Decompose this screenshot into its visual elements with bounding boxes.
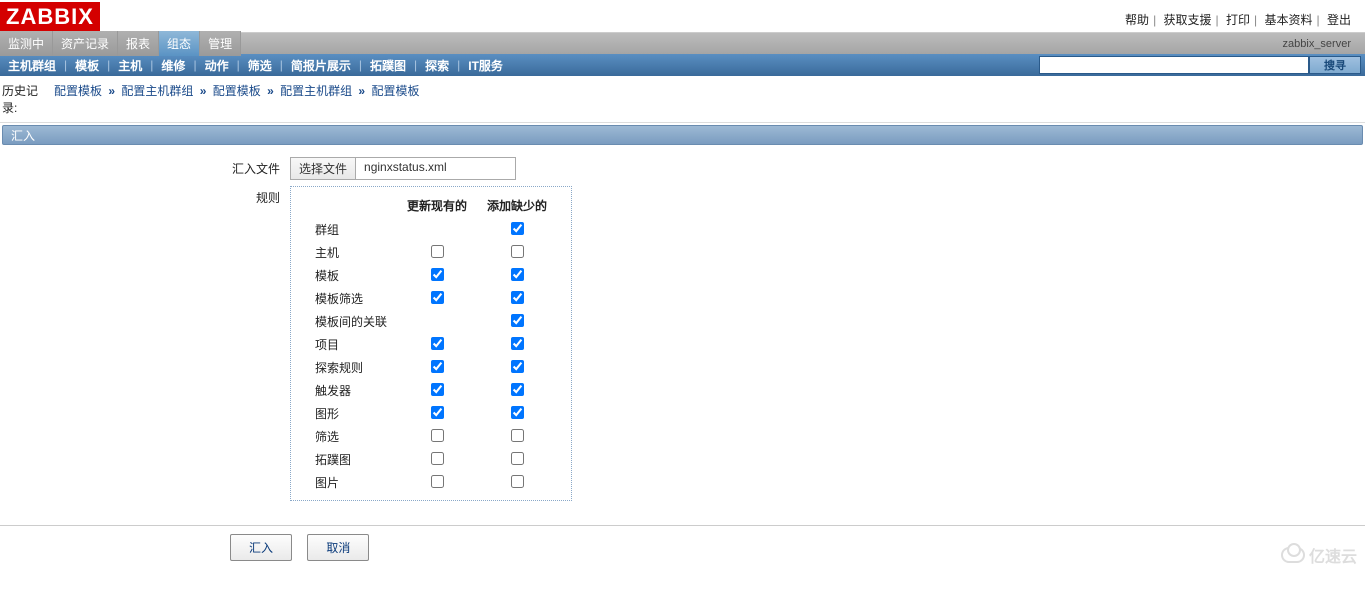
checkbox-update-6[interactable] (431, 360, 444, 373)
content: 汇入文件 选择文件 nginxstatus.xml 规则 更新现有的 添加缺少的 (0, 147, 1365, 517)
checkbox-add-4[interactable] (511, 314, 524, 327)
cancel-button[interactable]: 取消 (307, 534, 369, 561)
rule-label: 模板筛选 (305, 287, 397, 310)
rules-row: 探索规则 (305, 356, 557, 379)
rules-row: 图形 (305, 402, 557, 425)
breadcrumb-item-4[interactable]: 配置模板 (371, 84, 419, 98)
sub-tab-3[interactable]: 维修 (153, 57, 193, 74)
link-print[interactable]: 打印 (1226, 13, 1250, 27)
top-links: 帮助| 获取支援| 打印| 基本资料| 登出 (1121, 11, 1355, 32)
rules-row: 项目 (305, 333, 557, 356)
history-label: 历史记录: (2, 80, 50, 118)
rules-table: 更新现有的 添加缺少的 群组主机模板模板筛选模板间的关联项目探索规则触发器图形筛… (305, 193, 557, 494)
col-add: 添加缺少的 (477, 193, 557, 218)
rule-label: 图片 (305, 471, 397, 494)
file-chooser[interactable]: 选择文件 nginxstatus.xml (290, 157, 516, 180)
link-profile[interactable]: 基本资料 (1265, 13, 1313, 27)
logo: ZABBIX (0, 2, 100, 32)
checkbox-add-9[interactable] (511, 429, 524, 442)
rules-panel: 更新现有的 添加缺少的 群组主机模板模板筛选模板间的关联项目探索规则触发器图形筛… (290, 186, 572, 501)
search-button[interactable]: 搜寻 (1309, 56, 1361, 74)
sub-tabs: 主机群组|模板|主机|维修|动作|筛选|简报片展示|拓蹼图|探索|IT服务 搜寻 (0, 54, 1365, 76)
checkbox-update-8[interactable] (431, 406, 444, 419)
link-help[interactable]: 帮助 (1125, 13, 1149, 27)
rule-label: 探索规则 (305, 356, 397, 379)
search-input[interactable] (1039, 56, 1309, 74)
checkbox-add-7[interactable] (511, 383, 524, 396)
import-button[interactable]: 汇入 (230, 534, 292, 561)
main-tabs: 监测中资产记录报表组态管理 zabbix_server (0, 32, 1365, 54)
checkbox-update-2[interactable] (431, 268, 444, 281)
header: ZABBIX 帮助| 获取支援| 打印| 基本资料| 登出 (0, 0, 1365, 32)
rule-label: 项目 (305, 333, 397, 356)
sub-tab-0[interactable]: 主机群组 (0, 57, 64, 74)
checkbox-update-9[interactable] (431, 429, 444, 442)
main-tab-2[interactable]: 报表 (118, 31, 159, 56)
checkbox-update-11[interactable] (431, 475, 444, 488)
breadcrumb-item-1[interactable]: 配置主机群组 (121, 84, 193, 98)
rule-label: 模板间的关联 (305, 310, 397, 333)
breadcrumb: 配置模板 » 配置主机群组 » 配置模板 » 配置主机群组 » 配置模板 (50, 80, 423, 118)
sub-tab-1[interactable]: 模板 (67, 57, 107, 74)
section-title: 汇入 (2, 125, 1363, 145)
checkbox-add-0[interactable] (511, 222, 524, 235)
sub-tab-4[interactable]: 动作 (197, 57, 237, 74)
checkbox-add-10[interactable] (511, 452, 524, 465)
breadcrumb-item-2[interactable]: 配置模板 (213, 84, 261, 98)
rules-row: 模板筛选 (305, 287, 557, 310)
watermark: 亿速云 (1281, 543, 1357, 567)
rules-label: 规则 (230, 186, 290, 206)
checkbox-add-11[interactable] (511, 475, 524, 488)
checkbox-add-3[interactable] (511, 291, 524, 304)
rules-row: 拓蹼图 (305, 448, 557, 471)
checkbox-update-10[interactable] (431, 452, 444, 465)
main-tab-3[interactable]: 组态 (159, 31, 200, 56)
cloud-icon (1281, 547, 1305, 563)
checkbox-add-1[interactable] (511, 245, 524, 258)
rules-row: 模板间的关联 (305, 310, 557, 333)
footer: 汇入 取消 亿速云 (0, 525, 1365, 569)
file-label: 汇入文件 (230, 157, 290, 177)
rule-label: 群组 (305, 218, 397, 241)
rules-row: 图片 (305, 471, 557, 494)
server-name: zabbix_server (1283, 38, 1365, 50)
checkbox-update-7[interactable] (431, 383, 444, 396)
rule-label: 触发器 (305, 379, 397, 402)
sub-tab-9[interactable]: IT服务 (460, 57, 511, 74)
checkbox-add-5[interactable] (511, 337, 524, 350)
sub-tab-2[interactable]: 主机 (110, 57, 150, 74)
col-update: 更新现有的 (397, 193, 477, 218)
file-name: nginxstatus.xml (356, 157, 516, 180)
sub-tab-7[interactable]: 拓蹼图 (362, 57, 414, 74)
checkbox-update-1[interactable] (431, 245, 444, 258)
rule-label: 主机 (305, 241, 397, 264)
checkbox-update-5[interactable] (431, 337, 444, 350)
rules-row: 模板 (305, 264, 557, 287)
breadcrumb-item-0[interactable]: 配置模板 (54, 84, 102, 98)
file-choose-button[interactable]: 选择文件 (290, 157, 356, 180)
checkbox-add-6[interactable] (511, 360, 524, 373)
rules-row: 筛选 (305, 425, 557, 448)
checkbox-update-3[interactable] (431, 291, 444, 304)
link-logout[interactable]: 登出 (1327, 13, 1351, 27)
sub-tab-6[interactable]: 简报片展示 (283, 57, 359, 74)
rules-row: 主机 (305, 241, 557, 264)
rule-label: 拓蹼图 (305, 448, 397, 471)
main-tab-0[interactable]: 监测中 (0, 31, 53, 56)
rule-label: 图形 (305, 402, 397, 425)
history-row: 历史记录: 配置模板 » 配置主机群组 » 配置模板 » 配置主机群组 » 配置… (0, 76, 1365, 123)
main-tab-1[interactable]: 资产记录 (53, 31, 118, 56)
sub-tab-8[interactable]: 探索 (417, 57, 457, 74)
rules-row: 触发器 (305, 379, 557, 402)
rule-label: 模板 (305, 264, 397, 287)
breadcrumb-item-3[interactable]: 配置主机群组 (280, 84, 352, 98)
main-tab-4[interactable]: 管理 (200, 31, 241, 56)
sub-tab-5[interactable]: 筛选 (240, 57, 280, 74)
checkbox-add-2[interactable] (511, 268, 524, 281)
link-support[interactable]: 获取支援 (1164, 13, 1212, 27)
rules-row: 群组 (305, 218, 557, 241)
checkbox-add-8[interactable] (511, 406, 524, 419)
rule-label: 筛选 (305, 425, 397, 448)
